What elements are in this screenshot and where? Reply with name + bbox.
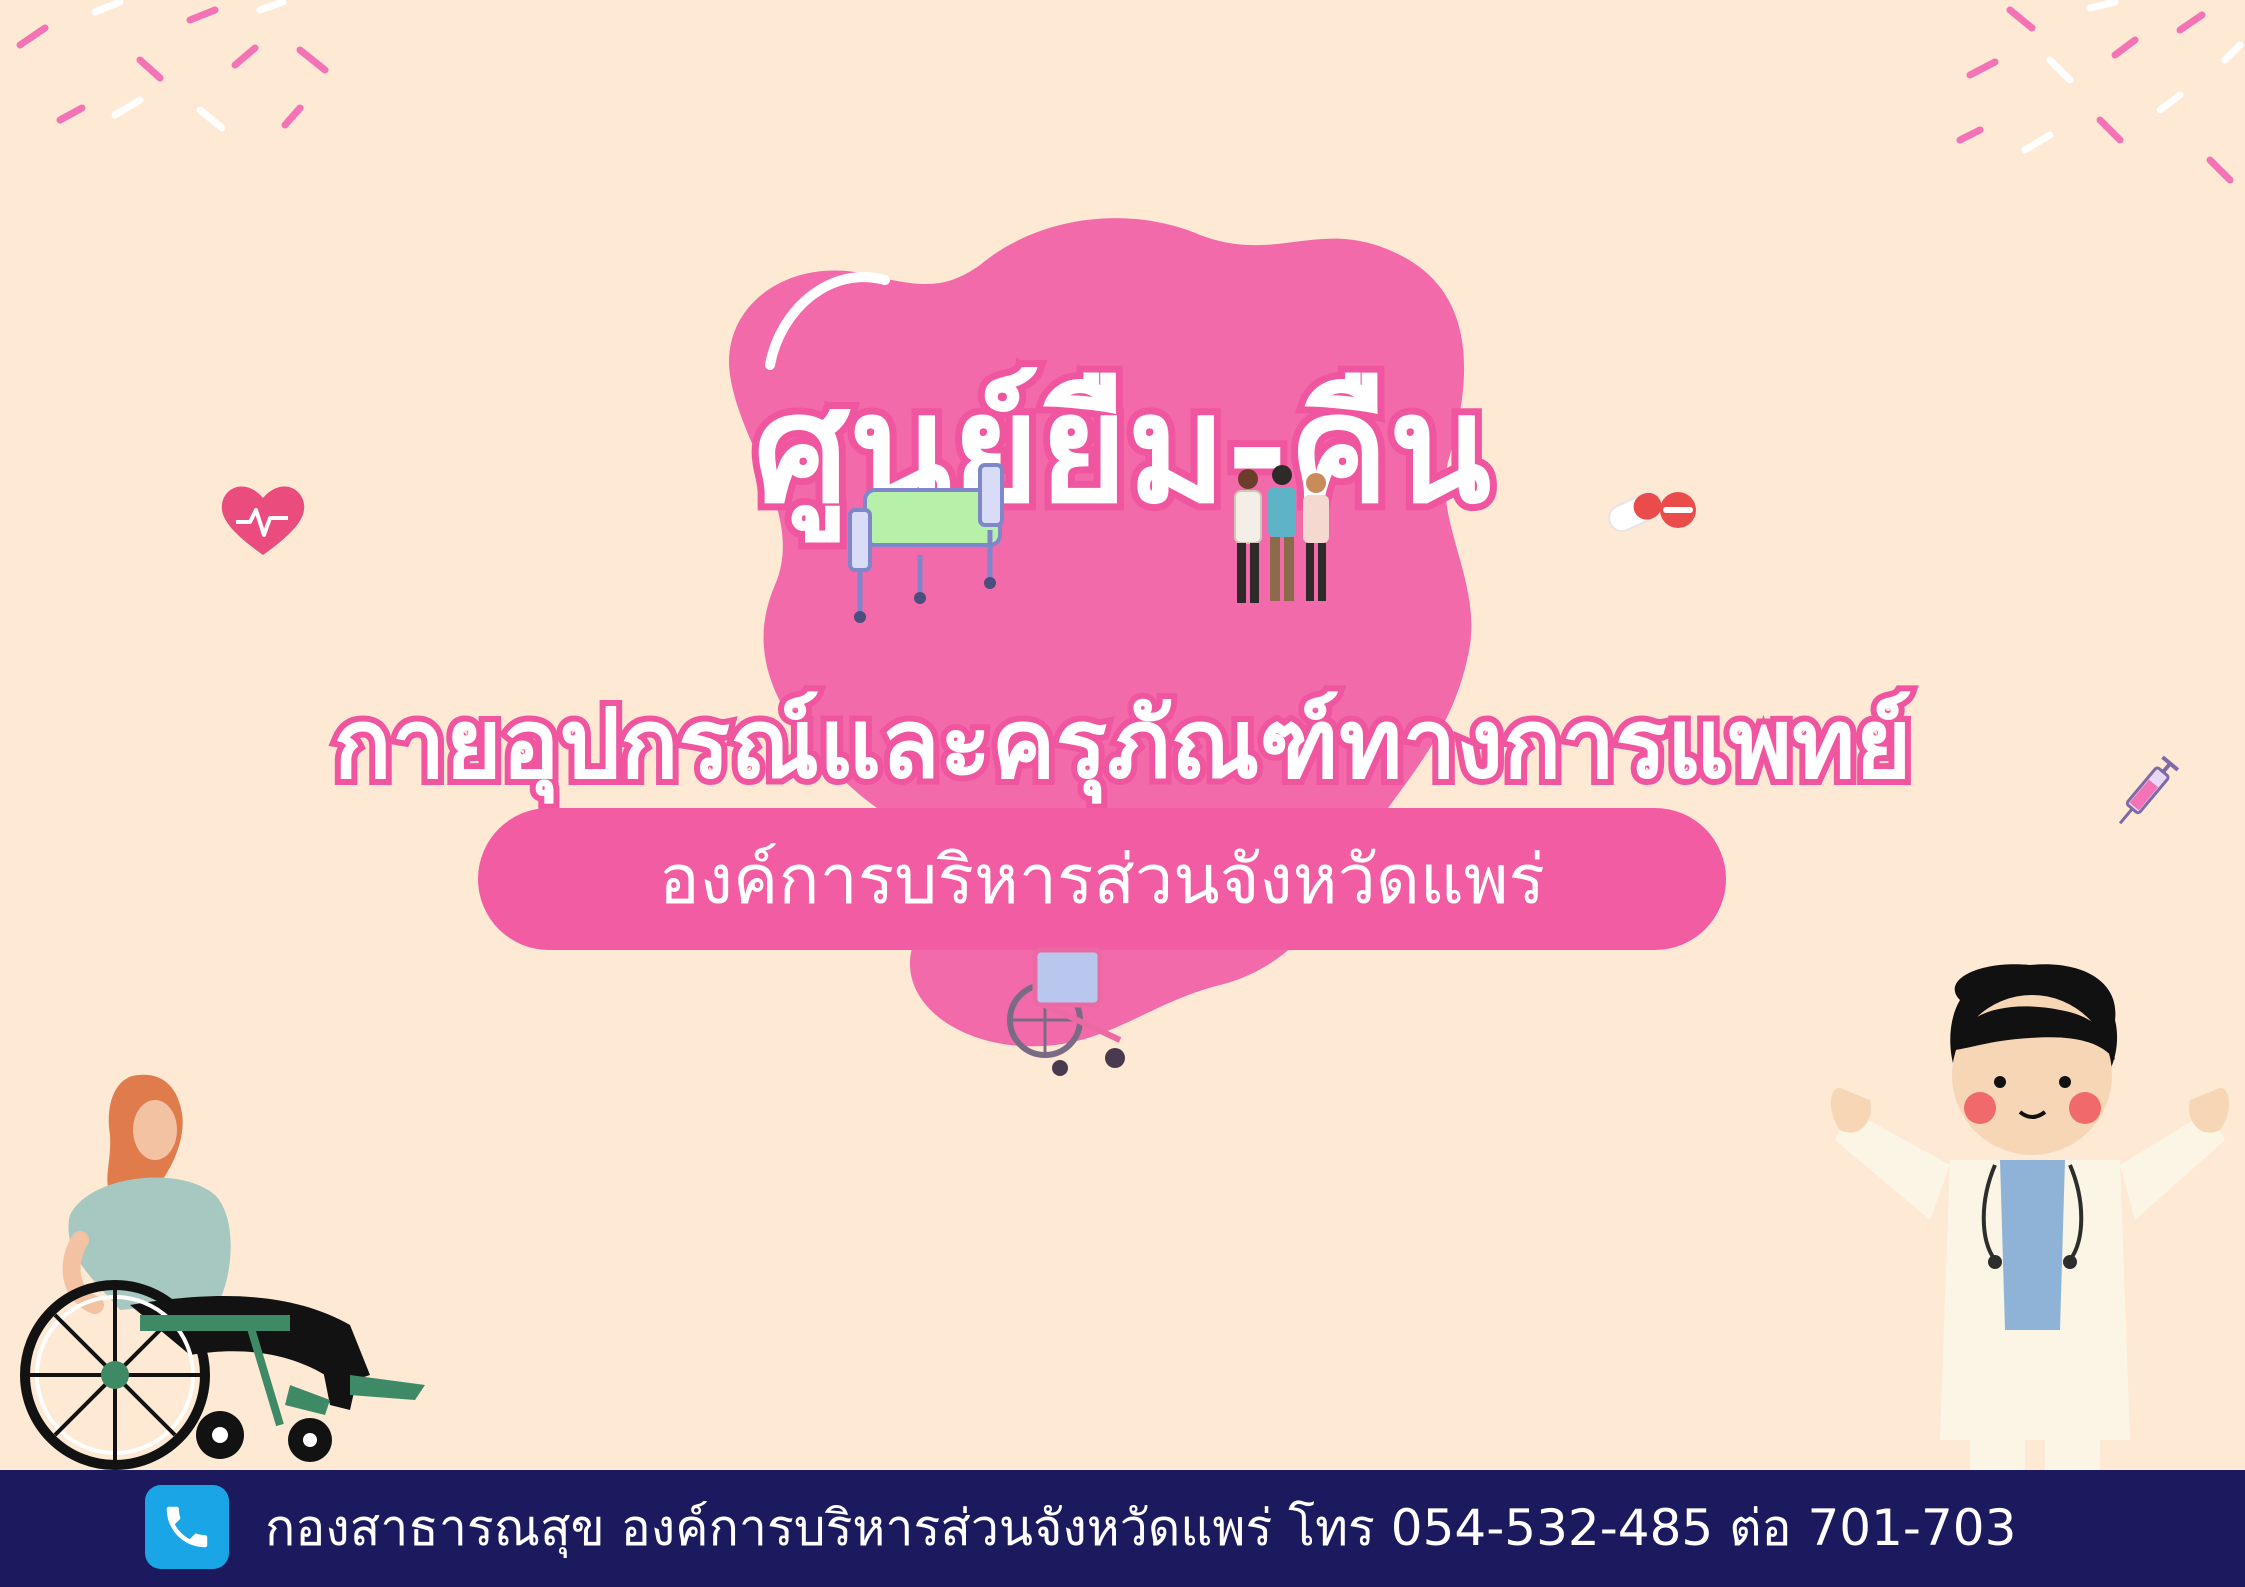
organization-label: องค์การบริหารส่วนจังหวัดแพร่ (658, 841, 1546, 920)
medical-team-icon (1234, 465, 1329, 603)
contact-info: กองสาธารณสุข องค์การบริหารส่วนจังหวัดแพร… (265, 1499, 2017, 1557)
hospital-bed-icon (848, 463, 1004, 623)
poster-subtitle: กายอุปกรณ์และครุภัณฑ์ทางการแพทย์ (327, 682, 1917, 806)
confetti-top-right (1956, 0, 2244, 184)
syringe-icon (2118, 755, 2180, 825)
pill-capsule-icon (1608, 491, 1696, 533)
confetti-top-left (16, 0, 329, 132)
woman-in-wheelchair-illustration (20, 1074, 425, 1470)
poster-title: ศูนย์ยืม-คืน (747, 356, 1499, 544)
phone-icon[interactable] (145, 1485, 229, 1569)
poster-canvas: ศูนย์ยืม-คืน กายอุปกรณ์และครุภัณฑ์ทางการ… (0, 0, 2245, 1587)
wheelchair-icon (1007, 947, 1125, 1076)
heart-pulse-icon (221, 486, 305, 555)
